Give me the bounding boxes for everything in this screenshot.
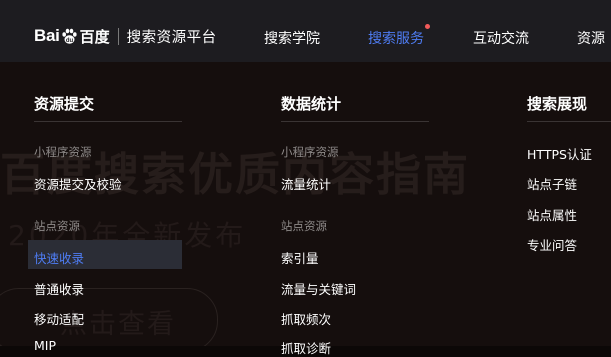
menu-item-professional-qa[interactable]: 专业问答 bbox=[527, 235, 577, 254]
menu-item-https-auth[interactable]: HTTPS认证 bbox=[527, 144, 592, 163]
divider bbox=[34, 121, 182, 122]
paw-icon: du bbox=[61, 28, 78, 45]
menu-item-index-volume[interactable]: 索引量 bbox=[281, 248, 319, 267]
top-nav-bar: Bai du 百度 搜索资源平台 搜索学院 搜索服务 互动交流 资源 bbox=[0, 0, 611, 62]
group-label-site: 站点资源 bbox=[34, 219, 80, 233]
logo-divider bbox=[117, 27, 119, 45]
group-label-miniprogram: 小程序资源 bbox=[34, 145, 92, 159]
menu-heading-resource-submission: 资源提交 bbox=[34, 95, 95, 113]
group-label-miniprogram: 小程序资源 bbox=[281, 145, 339, 159]
nav-resources[interactable]: 资源 bbox=[577, 28, 605, 48]
menu-item-resource-submit-verify[interactable]: 资源提交及校验 bbox=[34, 174, 122, 193]
divider bbox=[527, 121, 611, 122]
menu-item-mobile-adaptation[interactable]: 移动适配 bbox=[34, 309, 84, 328]
svg-text:du: du bbox=[65, 38, 73, 44]
divider bbox=[281, 121, 429, 122]
menu-item-traffic-keywords[interactable]: 流量与关键词 bbox=[281, 279, 356, 298]
menu-item-site-sublinks[interactable]: 站点子链 bbox=[527, 174, 577, 193]
baidu-logo[interactable]: Bai du 百度 搜索资源平台 bbox=[34, 25, 217, 47]
site-name: 搜索资源平台 bbox=[126, 29, 217, 46]
logo-text-cn: 百度 bbox=[79, 27, 110, 46]
notification-dot bbox=[425, 24, 430, 29]
menu-item-fast-indexing[interactable]: 快速收录 bbox=[34, 248, 84, 267]
logo-text-bai: Bai bbox=[34, 26, 60, 45]
nav-search-services[interactable]: 搜索服务 bbox=[368, 28, 424, 48]
menu-heading-data-statistics: 数据统计 bbox=[281, 95, 342, 113]
nav-search-academy[interactable]: 搜索学院 bbox=[264, 28, 320, 48]
menu-item-normal-indexing[interactable]: 普通收录 bbox=[34, 279, 84, 298]
menu-item-crawl-diagnosis[interactable]: 抓取诊断 bbox=[281, 338, 331, 357]
nav-interaction[interactable]: 互动交流 bbox=[473, 28, 529, 48]
menu-item-traffic-stats[interactable]: 流量统计 bbox=[281, 174, 331, 193]
menu-item-site-attributes[interactable]: 站点属性 bbox=[527, 205, 577, 224]
group-label-site: 站点资源 bbox=[281, 219, 327, 233]
menu-heading-search-display: 搜索展现 bbox=[527, 95, 588, 113]
menu-item-crawl-frequency[interactable]: 抓取频次 bbox=[281, 309, 331, 328]
